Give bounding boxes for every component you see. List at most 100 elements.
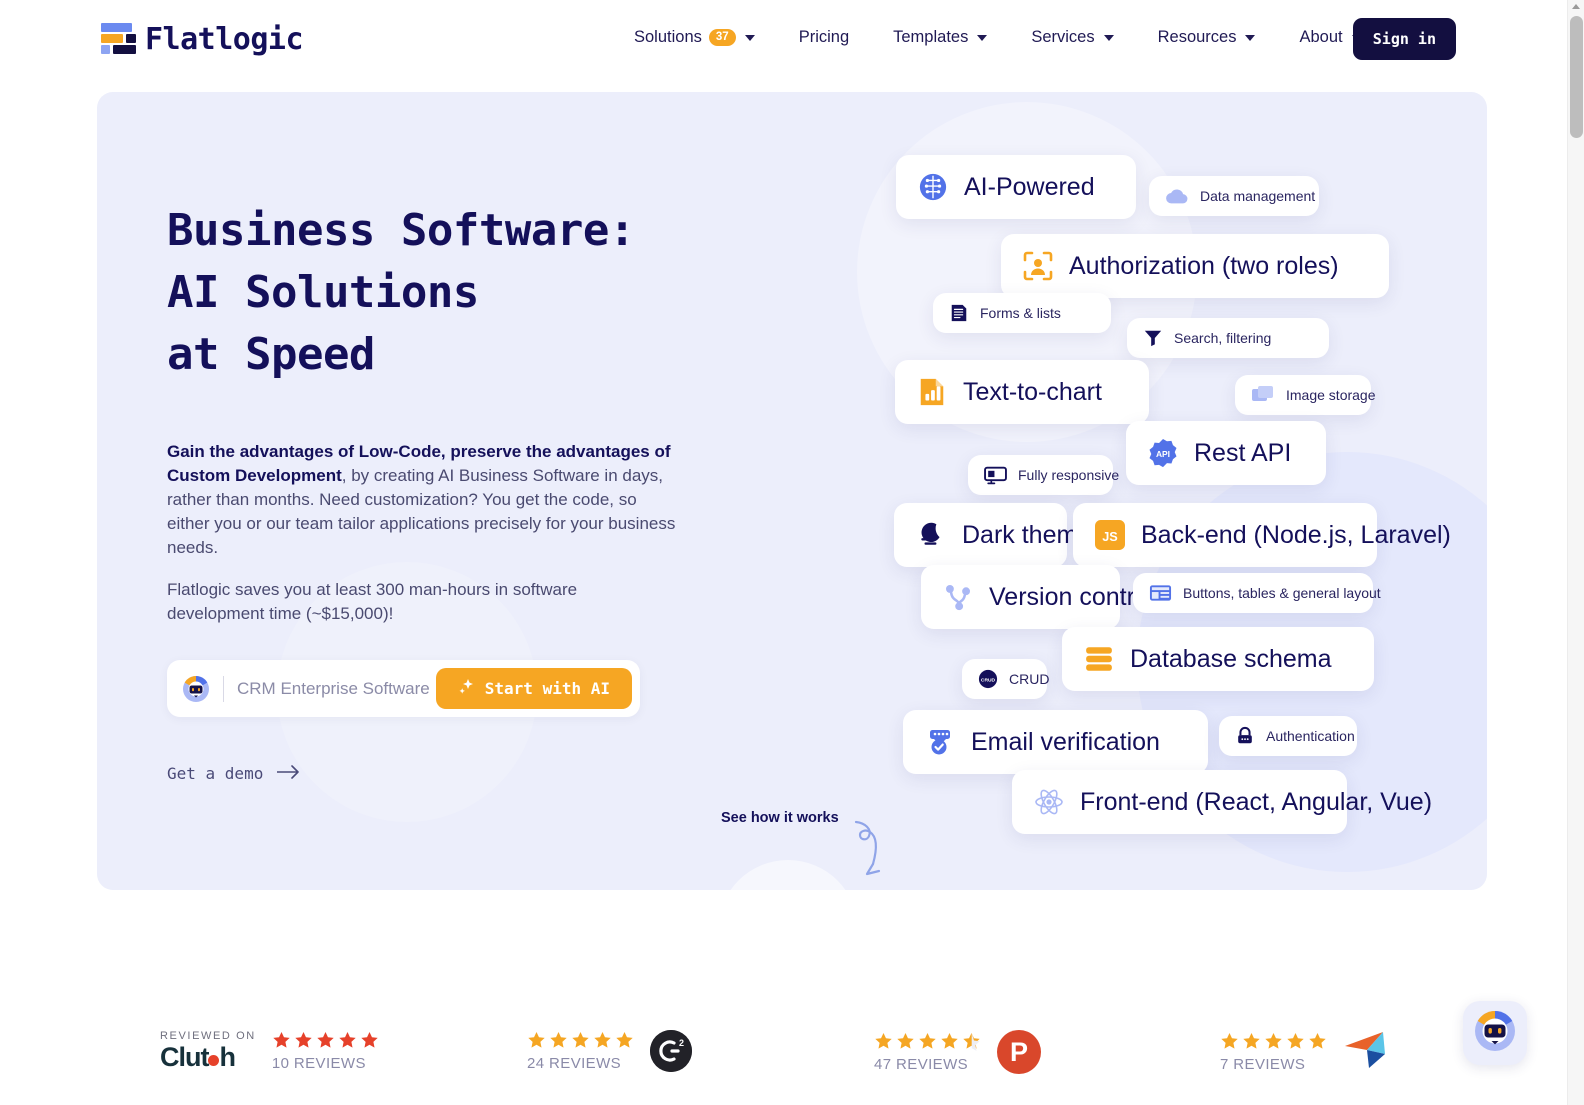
scrollbar-thumb[interactable] xyxy=(1570,16,1583,138)
nav-label: Pricing xyxy=(798,28,850,46)
ai-prompt-bar[interactable]: CRM Enterprise Software Start with AI xyxy=(167,660,640,717)
review-badge-g2[interactable]: 24 REVIEWS 2 xyxy=(527,1030,692,1072)
main-nav: Solutions 37 Pricing Templates Services … xyxy=(620,22,1384,53)
clutch-wordmark: Clut h xyxy=(160,1042,256,1073)
review-count: 24 REVIEWS xyxy=(527,1054,622,1072)
robot-icon xyxy=(1471,1007,1519,1060)
see-how-it-works-label: See how it works xyxy=(721,810,839,826)
feature-card-rest-api[interactable]: API Rest API xyxy=(1126,421,1326,485)
nav-item-solutions[interactable]: Solutions 37 xyxy=(620,22,777,53)
arrow-right-icon xyxy=(276,764,301,783)
clutch-logo: REVIEWED ON Clut h xyxy=(160,1030,256,1073)
feature-card-forms-lists[interactable]: Forms & lists xyxy=(933,293,1111,333)
db-icon xyxy=(1084,644,1114,674)
star-rating xyxy=(272,1031,379,1050)
nav-item-pricing[interactable]: Pricing xyxy=(777,22,871,53)
feature-card-label: Dark theme xyxy=(962,520,1092,549)
ai-prompt-input[interactable]: CRM Enterprise Software xyxy=(237,679,436,699)
feature-card-label: Authorization (two roles) xyxy=(1069,251,1339,280)
logo[interactable]: Flatlogic xyxy=(96,21,304,57)
feature-card-label: Front-end (React, Angular, Vue) xyxy=(1080,787,1433,816)
feature-card-label: Data management xyxy=(1200,188,1316,204)
page-root: Flatlogic Solutions 37 Pricing Templates… xyxy=(0,0,1584,1105)
sign-in-button[interactable]: Sign in xyxy=(1352,18,1456,60)
producthunt-logo-icon: P xyxy=(997,1030,1041,1074)
feature-card-search-filtering[interactable]: Search, filtering xyxy=(1127,318,1329,358)
producthunt-letter: P xyxy=(1009,1036,1028,1067)
feature-card-back-end-node-js-laravel[interactable]: JS Back-end (Node.js, Laravel) xyxy=(1073,503,1451,567)
review-badge-clutch[interactable]: REVIEWED ON Clut h 10 REVIEWS xyxy=(160,1030,379,1073)
chevron-down-icon xyxy=(977,34,988,41)
email-verify-icon xyxy=(925,727,955,757)
layout-icon xyxy=(1149,583,1172,603)
nav-label: Resources xyxy=(1157,28,1237,46)
chat-widget-button[interactable] xyxy=(1463,1001,1527,1065)
review-count: 47 REVIEWS xyxy=(874,1055,969,1073)
hero-lead-paragraph: Gain the advantages of Low-Code, preserv… xyxy=(167,440,683,560)
feature-card-label: Fully responsive xyxy=(1018,467,1120,483)
feature-card-version-control[interactable]: Version control xyxy=(921,565,1154,629)
get-a-demo-label: Get a demo xyxy=(167,764,264,783)
producthunt-rating: 47 REVIEWS xyxy=(874,1032,981,1073)
feature-card-crud[interactable]: CRUD CRUD xyxy=(962,659,1049,699)
svg-text:JS: JS xyxy=(1102,530,1118,544)
start-with-ai-label: Start with AI xyxy=(484,679,610,698)
feature-card-email-verification[interactable]: Email verification xyxy=(903,710,1208,774)
feature-card-dark-theme[interactable]: Dark theme xyxy=(894,503,1091,567)
feature-card-text-to-chart[interactable]: Text-to-chart xyxy=(895,360,1149,424)
logo-text: Flatlogic xyxy=(145,21,304,57)
feature-card-label: Rest API xyxy=(1194,438,1292,467)
review-badge-producthunt[interactable]: 47 REVIEWS P xyxy=(874,1030,1041,1074)
feature-card-database-schema[interactable]: Database schema xyxy=(1062,627,1374,691)
nav-item-services[interactable]: Services xyxy=(1009,22,1135,53)
fourth-rating: 7 REVIEWS xyxy=(1220,1032,1327,1073)
curved-arrow-icon xyxy=(841,820,887,881)
feature-card-label: Buttons, tables & general layout xyxy=(1183,585,1381,601)
feature-card-label: AI-Powered xyxy=(964,172,1095,201)
prompt-divider xyxy=(223,675,224,702)
page-title: Business Software: AI Solutions at Speed xyxy=(167,205,635,380)
g2-rating: 24 REVIEWS xyxy=(527,1031,634,1072)
feature-card-authorization-two-roles[interactable]: Authorization (two roles) xyxy=(1001,234,1389,298)
feature-card-buttons-tables-general-layout[interactable]: Buttons, tables & general layout xyxy=(1133,573,1381,613)
filter-icon xyxy=(1143,328,1163,348)
chevron-down-icon xyxy=(1245,34,1256,41)
feature-card-front-end-react-angular-vue[interactable]: Front-end (React, Angular, Vue) xyxy=(1012,770,1432,834)
nav-item-resources[interactable]: Resources xyxy=(1136,22,1278,53)
scroll-up-arrow-icon[interactable] xyxy=(1572,4,1580,9)
sparkle-icon xyxy=(458,678,475,699)
clutch-name-text: Clut h xyxy=(160,1042,236,1072)
robot-avatar-icon xyxy=(181,674,211,704)
feature-card-label: Database schema xyxy=(1130,644,1332,673)
review-count: 7 REVIEWS xyxy=(1220,1056,1306,1073)
svg-text:API: API xyxy=(1156,449,1170,459)
feature-card-data-management[interactable]: Data management xyxy=(1149,176,1319,216)
clutch-rating: 10 REVIEWS xyxy=(272,1031,379,1072)
feature-card-label: Back-end (Node.js, Laravel) xyxy=(1141,520,1451,549)
feature-card-image-storage[interactable]: Image storage xyxy=(1235,375,1376,415)
feature-card-label: Text-to-chart xyxy=(963,377,1102,406)
branch-icon xyxy=(943,582,973,612)
svg-text:CRUD: CRUD xyxy=(981,677,996,683)
chevron-down-icon xyxy=(1103,34,1114,41)
star-rating xyxy=(527,1031,634,1050)
review-badge-fourth[interactable]: 7 REVIEWS xyxy=(1220,1030,1387,1075)
start-with-ai-button[interactable]: Start with AI xyxy=(435,668,632,709)
forms-icon xyxy=(949,303,969,323)
feature-card-fully-responsive[interactable]: Fully responsive xyxy=(968,455,1119,495)
moon-icon xyxy=(916,520,946,550)
nav-label: Services xyxy=(1031,28,1095,46)
api-icon: API xyxy=(1148,438,1178,468)
nav-label: About xyxy=(1299,28,1343,46)
solutions-count-badge: 37 xyxy=(708,29,736,46)
clutch-reviewed-on-label: REVIEWED ON xyxy=(160,1030,256,1042)
star-rating xyxy=(874,1032,981,1051)
get-a-demo-link[interactable]: Get a demo xyxy=(167,764,301,783)
reviews-bar: REVIEWED ON Cluth 10 REVIEWS 24 REVIEWS xyxy=(0,1022,1567,1102)
feature-card-authentication[interactable]: Authentication xyxy=(1219,716,1357,756)
feature-card-ai-powered[interactable]: AI-Powered xyxy=(896,155,1136,219)
nav-item-templates[interactable]: Templates xyxy=(871,22,1009,53)
flatlogic-logo-icon xyxy=(96,21,136,57)
vertical-scrollbar[interactable] xyxy=(1567,0,1584,1105)
lock-icon xyxy=(1235,726,1255,746)
